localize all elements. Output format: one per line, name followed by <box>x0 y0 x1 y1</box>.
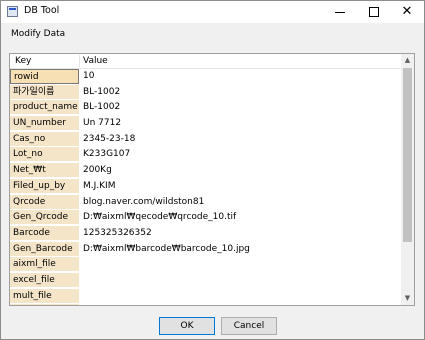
dialog-subtitle: Modify Data <box>11 29 66 39</box>
value-cell[interactable]: BL-1002 <box>83 85 120 99</box>
value-cell[interactable]: 2345-23-18 <box>83 132 135 146</box>
key-cell[interactable]: mult_file <box>10 288 79 304</box>
key-cell[interactable]: 파가일이름 <box>10 84 79 100</box>
value-cell[interactable]: D:₩aixml₩barcode₩barcode_10.jpg <box>83 242 250 256</box>
key-cell[interactable]: Barcode <box>10 225 79 241</box>
vertical-scrollbar[interactable]: ▲ ▼ <box>401 54 414 305</box>
table-row[interactable]: product_name BL-1002 <box>10 100 401 116</box>
scroll-down-button[interactable]: ▼ <box>401 292 414 305</box>
app-icon <box>7 6 18 17</box>
key-cell[interactable]: Net_₩t <box>10 163 79 179</box>
close-button[interactable]: ✕ <box>390 1 424 23</box>
key-cell[interactable]: Cas_no <box>10 131 79 147</box>
key-cell[interactable]: Lot_no <box>10 147 79 163</box>
table-row[interactable]: aixml_file <box>10 257 401 273</box>
table-row[interactable]: ai_file <box>10 304 401 305</box>
key-cell[interactable]: rowid <box>10 69 79 84</box>
ok-button[interactable]: OK <box>159 317 215 335</box>
value-cell[interactable]: blog.naver.com/wildston81 <box>83 195 204 209</box>
grid-rows: rowid 10 파가일이름 BL-1002 product_name BL-1002 UN… <box>10 69 401 305</box>
window-title: DB Tool <box>24 5 60 16</box>
table-row[interactable]: rowid 10 <box>10 69 401 85</box>
table-row[interactable]: Filed_up_by M.J.KIM <box>10 178 401 195</box>
key-cell[interactable]: ai_file <box>10 304 79 305</box>
scroll-up-button[interactable]: ▲ <box>401 54 414 67</box>
key-cell[interactable]: UN_number <box>10 116 79 132</box>
chevron-down-icon: ▼ <box>404 294 411 302</box>
table-row[interactable]: excel_file <box>10 272 401 289</box>
chevron-up-icon: ▲ <box>404 56 411 64</box>
value-cell[interactable]: D:₩aixml₩qecode₩qrcode_10.tif <box>83 210 236 224</box>
value-cell[interactable]: M.J.KIM <box>83 179 115 193</box>
key-cell[interactable]: Qrcode <box>10 194 79 210</box>
maximize-button[interactable] <box>357 1 391 23</box>
column-divider[interactable] <box>79 55 80 67</box>
title-bar[interactable]: DB Tool ✕ <box>1 1 424 23</box>
table-row[interactable]: Barcode 125325326352 <box>10 225 401 242</box>
key-cell[interactable]: Gen_Barcode <box>10 241 79 257</box>
value-cell[interactable]: 125325326352 <box>83 226 152 240</box>
table-row[interactable]: Qrcode blog.naver.com/wildston81 <box>10 194 401 211</box>
table-row[interactable]: Gen_Barcode D:₩aixml₩barcode₩barcode_10.j… <box>10 241 401 258</box>
key-cell[interactable]: Gen_Qrcode <box>10 210 79 226</box>
table-row[interactable]: UN_number Un 7712 <box>10 116 401 132</box>
value-cell[interactable]: BL-1002 <box>83 100 120 114</box>
data-grid[interactable]: Key Value rowid 10 파가일이름 BL-1002 product_nam… <box>9 53 415 306</box>
key-cell[interactable]: excel_file <box>10 272 79 288</box>
table-row[interactable]: mult_file <box>10 288 401 305</box>
table-row[interactable]: 파가일이름 BL-1002 <box>10 84 401 101</box>
table-row[interactable]: Cas_no 2345-23-18 <box>10 131 401 148</box>
table-row[interactable]: Lot_no K233G107 <box>10 147 401 163</box>
value-cell[interactable]: 10 <box>83 69 94 83</box>
value-cell[interactable]: Un 7712 <box>83 116 121 130</box>
table-row[interactable]: Gen_Qrcode D:₩aixml₩qecode₩qrcode_10.tif <box>10 210 401 226</box>
minimize-button[interactable] <box>323 1 357 23</box>
value-cell[interactable]: 200Kg <box>83 163 112 177</box>
grid-header: Key Value <box>10 54 401 69</box>
value-cell[interactable]: K233G107 <box>83 147 130 161</box>
column-header-key[interactable]: Key <box>15 56 31 66</box>
column-header-value[interactable]: Value <box>83 56 108 66</box>
key-cell[interactable]: product_name <box>10 100 79 116</box>
dialog-window: DB Tool ✕ Modify Data Key Value rowid 10 파… <box>0 0 425 340</box>
cancel-button[interactable]: Cancel <box>221 317 277 335</box>
key-cell[interactable]: Filed_up_by <box>10 178 79 194</box>
scrollbar-thumb[interactable] <box>403 68 412 242</box>
key-cell[interactable]: aixml_file <box>10 257 79 273</box>
table-row[interactable]: Net_₩t 200Kg <box>10 163 401 179</box>
close-icon: ✕ <box>401 4 413 19</box>
